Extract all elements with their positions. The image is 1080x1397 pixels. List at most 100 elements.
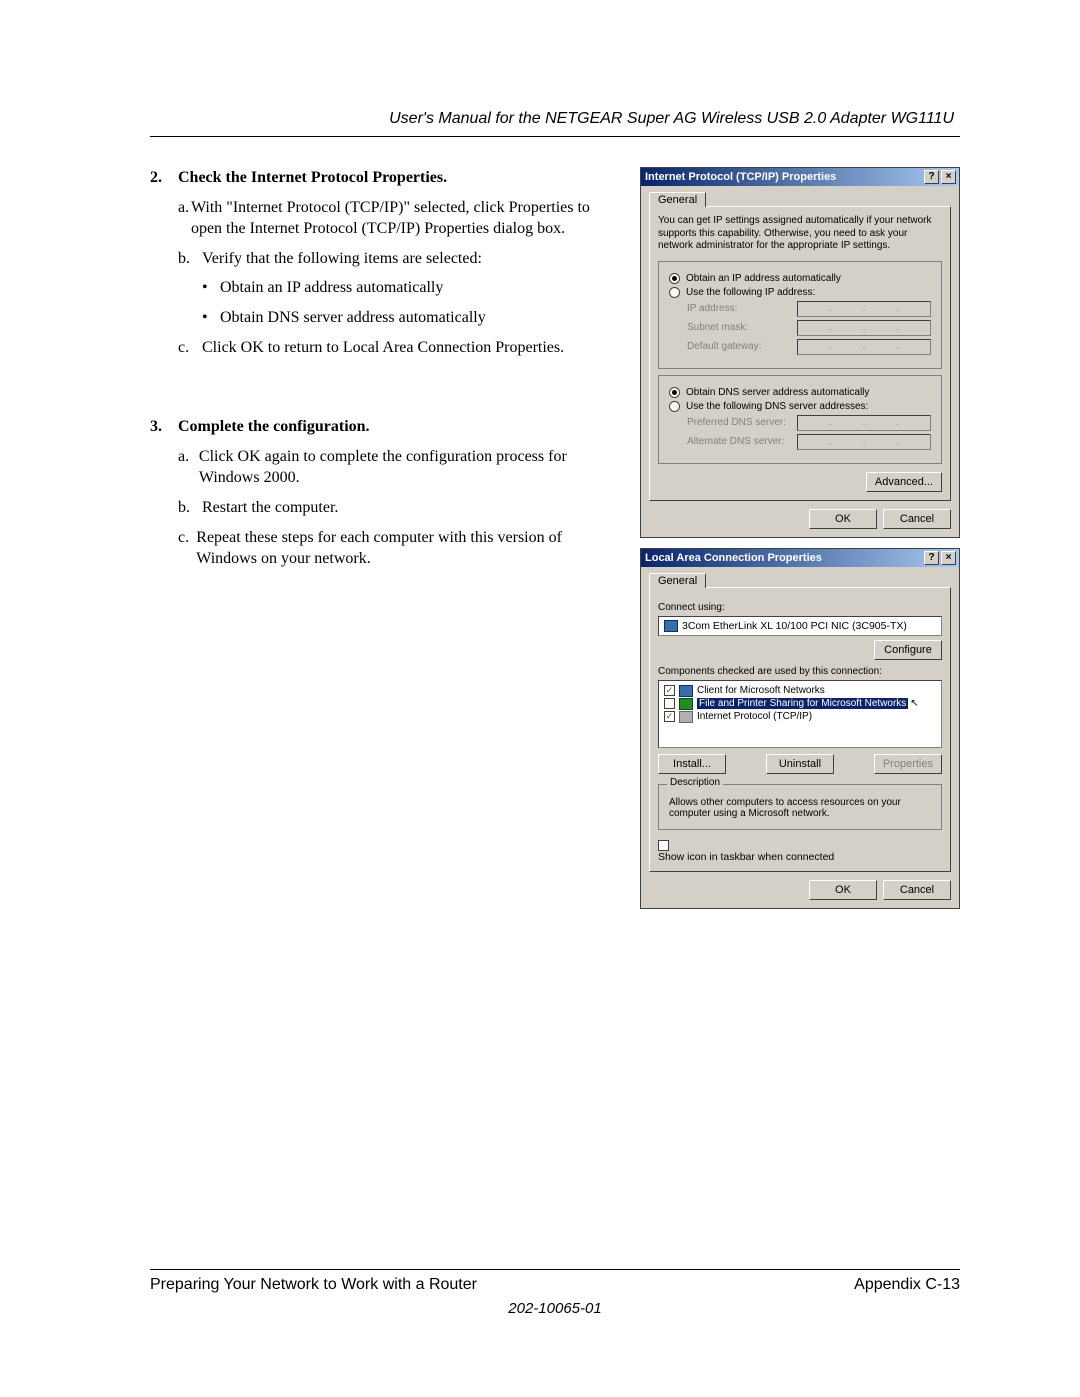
field-label: Default gateway: bbox=[687, 341, 797, 352]
uninstall-button[interactable]: Uninstall bbox=[766, 754, 834, 774]
subnet-mask-field: Subnet mask: ... bbox=[687, 320, 931, 336]
install-button[interactable]: Install... bbox=[658, 754, 726, 774]
instructions-column: 2. Check the Internet Protocol Propertie… bbox=[150, 167, 620, 909]
help-button[interactable]: ? bbox=[924, 551, 939, 565]
description-group: Description Allows other computers to ac… bbox=[658, 784, 942, 830]
preferred-dns-field: Preferred DNS server: ... bbox=[687, 415, 931, 431]
tab-general[interactable]: General bbox=[649, 573, 706, 588]
step-2: 2. Check the Internet Protocol Propertie… bbox=[150, 167, 610, 358]
ip-input[interactable]: ... bbox=[797, 301, 931, 317]
ip-input[interactable]: ... bbox=[797, 320, 931, 336]
list-item[interactable]: ✓ Client for Microsoft Networks bbox=[664, 685, 936, 697]
properties-button[interactable]: Properties bbox=[874, 754, 942, 774]
radio-label: Use the following DNS server addresses: bbox=[686, 401, 868, 412]
lan-connection-properties-dialog: Local Area Connection Properties ? × Gen… bbox=[640, 548, 960, 909]
advanced-button[interactable]: Advanced... bbox=[866, 472, 942, 492]
components-label: Components checked are used by this conn… bbox=[658, 666, 942, 677]
radio-dns-manual[interactable]: Use the following DNS server addresses: bbox=[669, 401, 931, 412]
bullet-text: Obtain an IP address automatically bbox=[220, 277, 443, 299]
step-number: 3. bbox=[150, 416, 178, 438]
group-title: Description bbox=[667, 777, 723, 788]
component-label: Internet Protocol (TCP/IP) bbox=[697, 711, 812, 722]
ip-address-field: IP address: ... bbox=[687, 301, 931, 317]
field-label: Subnet mask: bbox=[687, 322, 797, 333]
sub-text: Restart the computer. bbox=[202, 497, 338, 519]
tcp-ip-properties-dialog: Internet Protocol (TCP/IP) Properties ? … bbox=[640, 167, 960, 538]
list-item[interactable]: ✓ Internet Protocol (TCP/IP) bbox=[664, 711, 936, 723]
component-icon bbox=[679, 698, 693, 710]
ip-input[interactable]: ... bbox=[797, 434, 931, 450]
adapter-icon bbox=[664, 620, 678, 632]
ip-input[interactable]: ... bbox=[797, 339, 931, 355]
component-label: Client for Microsoft Networks bbox=[697, 685, 825, 696]
step-number: 2. bbox=[150, 167, 178, 189]
list-item[interactable]: File and Printer Sharing for Microsoft N… bbox=[664, 698, 936, 710]
bullet-text: Obtain DNS server address automatically bbox=[220, 307, 486, 329]
sub-text: With "Internet Protocol (TCP/IP)" select… bbox=[191, 197, 610, 240]
step-2a: a. With "Internet Protocol (TCP/IP)" sel… bbox=[178, 197, 610, 240]
cancel-button[interactable]: Cancel bbox=[883, 880, 951, 900]
sub-letter: b. bbox=[178, 248, 202, 270]
radio-label: Obtain DNS server address automatically bbox=[686, 387, 869, 398]
radio-icon bbox=[669, 387, 680, 398]
radio-label: Obtain an IP address automatically bbox=[686, 273, 841, 284]
radio-icon bbox=[669, 273, 680, 284]
radio-dns-auto[interactable]: Obtain DNS server address automatically bbox=[669, 387, 931, 398]
component-label: File and Printer Sharing for Microsoft N… bbox=[697, 698, 908, 709]
dialog-title: Local Area Connection Properties bbox=[645, 549, 922, 567]
close-button[interactable]: × bbox=[941, 170, 956, 184]
sub-text: Repeat these steps for each computer wit… bbox=[196, 527, 610, 570]
checkbox-icon[interactable]: ✓ bbox=[664, 711, 675, 722]
bullet-dot: • bbox=[202, 307, 220, 329]
step-3a: a. Click OK again to complete the config… bbox=[178, 446, 610, 489]
step-2b: b. Verify that the following items are s… bbox=[178, 248, 610, 270]
radio-icon bbox=[669, 401, 680, 412]
ok-button[interactable]: OK bbox=[809, 509, 877, 529]
radio-ip-manual[interactable]: Use the following IP address: bbox=[669, 287, 931, 298]
footer-right: Appendix C-13 bbox=[854, 1276, 960, 1294]
adapter-box: 3Com EtherLink XL 10/100 PCI NIC (3C905-… bbox=[658, 616, 942, 636]
checkbox-icon[interactable] bbox=[664, 698, 675, 709]
sub-letter: c. bbox=[178, 527, 196, 570]
radio-label: Use the following IP address: bbox=[686, 287, 815, 298]
field-label: Alternate DNS server: bbox=[687, 436, 797, 447]
sub-letter: c. bbox=[178, 337, 202, 359]
step-2b-bullet-2: • Obtain DNS server address automaticall… bbox=[202, 307, 610, 329]
components-list[interactable]: ✓ Client for Microsoft Networks File and… bbox=[658, 680, 942, 748]
step-3b: b. Restart the computer. bbox=[178, 497, 610, 519]
sub-letter: a. bbox=[178, 446, 199, 489]
close-button[interactable]: × bbox=[941, 551, 956, 565]
cancel-button[interactable]: Cancel bbox=[883, 509, 951, 529]
dns-group: Obtain DNS server address automatically … bbox=[658, 375, 942, 464]
adapter-name: 3Com EtherLink XL 10/100 PCI NIC (3C905-… bbox=[682, 620, 907, 632]
tab-general[interactable]: General bbox=[649, 192, 706, 207]
title-bar[interactable]: Local Area Connection Properties ? × bbox=[641, 549, 959, 567]
footer-docnum: 202-10065-01 bbox=[150, 1300, 960, 1317]
connect-using-label: Connect using: bbox=[658, 602, 942, 613]
step-3c: c. Repeat these steps for each computer … bbox=[178, 527, 610, 570]
checkbox-icon[interactable] bbox=[658, 840, 669, 851]
sub-letter: a. bbox=[178, 197, 191, 240]
help-button[interactable]: ? bbox=[924, 170, 939, 184]
dialog-intro-text: You can get IP settings assigned automat… bbox=[658, 215, 942, 253]
default-gateway-field: Default gateway: ... bbox=[687, 339, 931, 355]
radio-ip-auto[interactable]: Obtain an IP address automatically bbox=[669, 273, 931, 284]
page-footer: Preparing Your Network to Work with a Ro… bbox=[150, 1269, 960, 1317]
ok-button[interactable]: OK bbox=[809, 880, 877, 900]
description-text: Allows other computers to access resourc… bbox=[669, 797, 931, 819]
show-icon-checkbox[interactable]: Show icon in taskbar when connected bbox=[658, 840, 942, 863]
alternate-dns-field: Alternate DNS server: ... bbox=[687, 434, 931, 450]
field-label: IP address: bbox=[687, 303, 797, 314]
configure-button[interactable]: Configure bbox=[874, 640, 942, 660]
sub-letter: b. bbox=[178, 497, 202, 519]
title-bar[interactable]: Internet Protocol (TCP/IP) Properties ? … bbox=[641, 168, 959, 186]
page-header: User's Manual for the NETGEAR Super AG W… bbox=[150, 110, 960, 137]
field-label: Preferred DNS server: bbox=[687, 417, 797, 428]
ip-input[interactable]: ... bbox=[797, 415, 931, 431]
ip-address-group: Obtain an IP address automatically Use t… bbox=[658, 261, 942, 369]
radio-icon bbox=[669, 287, 680, 298]
step-2c: c. Click OK to return to Local Area Conn… bbox=[178, 337, 610, 359]
component-icon bbox=[679, 711, 693, 723]
step-2b-bullet-1: • Obtain an IP address automatically bbox=[202, 277, 610, 299]
checkbox-icon[interactable]: ✓ bbox=[664, 685, 675, 696]
